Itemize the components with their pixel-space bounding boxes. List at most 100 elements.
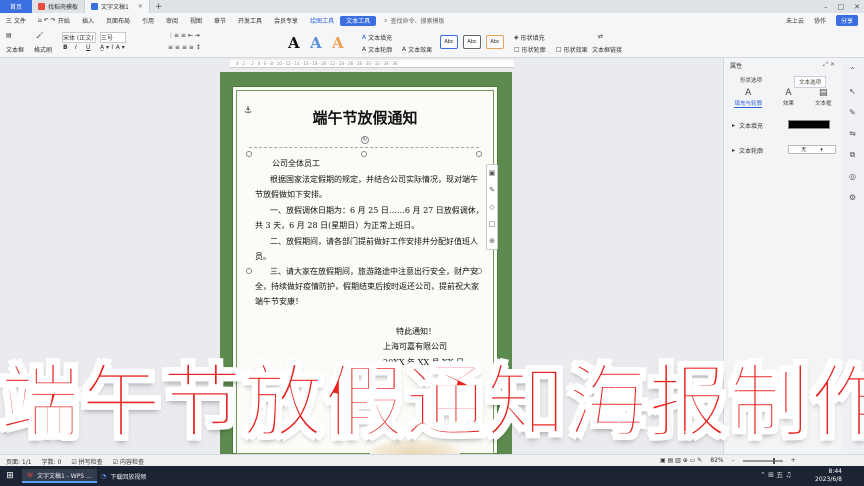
- subtab-textbox[interactable]: ▤ 文本框: [815, 88, 832, 108]
- textbox-label[interactable]: 文本框: [6, 45, 24, 54]
- resize-handle[interactable]: [476, 151, 482, 157]
- rotate-handle[interactable]: ↻: [361, 136, 369, 144]
- spell-check[interactable]: ☑ 拼写检查: [71, 457, 102, 466]
- taskbar-app-video[interactable]: ◔ 下载回放视频: [96, 469, 151, 483]
- content-check[interactable]: ☑ 内容检查: [113, 457, 144, 466]
- share-button[interactable]: 分享: [835, 15, 858, 26]
- zoom-slider-thumb[interactable]: [772, 457, 775, 464]
- text-outline-row[interactable]: ▸ 文本轮廓: [732, 146, 763, 155]
- resize-handle[interactable]: [246, 268, 252, 274]
- windows-start-icon[interactable]: ⊞: [4, 470, 16, 482]
- shape-style-3[interactable]: Abc: [486, 35, 504, 49]
- pen-icon[interactable]: ✎: [489, 186, 495, 194]
- shape-style-1[interactable]: Abc: [440, 35, 458, 49]
- menu-item-review[interactable]: 审阅: [160, 13, 184, 28]
- subtab-effect[interactable]: A 效果: [783, 88, 794, 108]
- tab-text-options[interactable]: 文本选项: [793, 76, 826, 88]
- menu-item-insert[interactable]: 插入: [76, 13, 100, 28]
- view-mode-icons[interactable]: ▣ ▤ ▥ ⊕ ▭ ✎: [660, 457, 702, 464]
- text-style-orange[interactable]: A: [332, 34, 344, 52]
- tray-icons[interactable]: ⌃ ⊞ 五 ♫: [760, 470, 792, 480]
- font-name-select[interactable]: 宋体 (正文): [62, 32, 96, 43]
- menu-file[interactable]: 三 文件: [0, 13, 32, 28]
- paragraph-line[interactable]: 根据国家法定假期的规定，并结合公司实际情况，现对端午: [270, 174, 478, 185]
- fill-icon[interactable]: ◇: [489, 203, 494, 211]
- bold-button[interactable]: B: [63, 44, 68, 51]
- zoom-out-icon[interactable]: –: [732, 457, 735, 464]
- greeting-line[interactable]: 公司全体员工: [272, 158, 320, 169]
- paragraph-line[interactable]: 节放假做如下安排。: [255, 189, 327, 200]
- subtab-fill-outline[interactable]: A 填充与轮廓: [734, 88, 762, 108]
- menu-item-layout[interactable]: 页面布局: [100, 13, 136, 28]
- paragraph-line[interactable]: 端午节安康！: [255, 296, 303, 307]
- properties-icon[interactable]: ⇋: [849, 129, 856, 138]
- pen-tool-icon[interactable]: ✎: [849, 108, 856, 117]
- underline-button[interactable]: U: [86, 44, 90, 51]
- tab-document[interactable]: 文字文稿1 ✕: [85, 0, 150, 13]
- textbox-link-icon[interactable]: ⇄: [598, 33, 603, 40]
- system-clock[interactable]: 8:44 2023/6/8: [815, 468, 842, 484]
- paragraph-line[interactable]: 一、放假调休日期为：6 月 25 日……6 月 27 日放假调休，: [270, 205, 484, 216]
- close-tab-icon[interactable]: ✕: [138, 3, 143, 10]
- text-style-blue[interactable]: A: [310, 34, 322, 52]
- paragraph-line[interactable]: 全，持续做好疫情防护，假期结束后按时返还公司，提前祝大家: [255, 281, 479, 292]
- maximize-button[interactable]: □: [838, 3, 845, 11]
- text-fill-button[interactable]: A 文本填充: [362, 33, 392, 42]
- textbox-link-button[interactable]: 文本框链接: [592, 45, 622, 54]
- text-fill-row[interactable]: ▸ 文本填充: [732, 121, 763, 130]
- new-tab-button[interactable]: +: [150, 2, 168, 12]
- text-fill-color-swatch[interactable]: [788, 120, 830, 129]
- close-button[interactable]: ✕: [854, 3, 860, 11]
- document-title[interactable]: 端午节放假通知: [270, 107, 460, 128]
- rail-settings-icon[interactable]: ⚙: [849, 193, 856, 202]
- alignment-tools[interactable]: ≡ ≡ ≡ ≡ ↕: [168, 44, 201, 51]
- panel-close-icon[interactable]: ⤢ ✕: [823, 61, 835, 69]
- menu-item-text-tools[interactable]: 文本工具: [340, 15, 377, 26]
- crop-icon[interactable]: ⧉: [850, 150, 856, 160]
- tab-shape-options[interactable]: 形状选项: [740, 76, 762, 88]
- collapse-icon[interactable]: ⌃: [849, 66, 856, 75]
- menu-item-reference[interactable]: 引用: [136, 13, 160, 28]
- italic-button[interactable]: I: [75, 44, 77, 51]
- shape-effect-button[interactable]: □ 形状效果: [556, 45, 588, 54]
- paragraph-tools[interactable]: ⋮≡ ≡ ⇤ ⇥: [168, 32, 200, 39]
- font-size-select[interactable]: 三号: [100, 32, 126, 43]
- more-icon[interactable]: ⊕: [489, 237, 495, 245]
- menu-item-start[interactable]: 开始: [52, 13, 76, 28]
- page-indicator[interactable]: 页面: 1/1: [6, 457, 32, 466]
- zoom-in-icon[interactable]: +: [791, 457, 796, 464]
- paragraph-line[interactable]: 三、请大家在放假期间，旅游路途中注意出行安全，财产安: [270, 266, 478, 277]
- zoom-slider[interactable]: [742, 457, 783, 464]
- shape-fill-button[interactable]: ◈ 形状填充: [514, 33, 545, 42]
- quick-access-icons[interactable]: ⌂ ↶ ↷: [32, 13, 56, 28]
- location-icon[interactable]: ◎: [849, 172, 856, 181]
- format-painter-button[interactable]: 格式刷: [34, 45, 52, 54]
- text-effect-button[interactable]: A 文本效果: [402, 45, 432, 54]
- text-outline-select[interactable]: 无 ▾: [788, 145, 836, 154]
- menu-item-view[interactable]: 视图: [184, 13, 208, 28]
- signature-company[interactable]: 上海可嘉有限公司: [383, 341, 447, 352]
- menu-item-member[interactable]: 会员专享: [268, 13, 304, 28]
- tab-template[interactable]: 找稻壳模板: [32, 0, 86, 13]
- resize-handle[interactable]: [361, 151, 367, 157]
- word-count[interactable]: 字数: 0: [42, 457, 62, 466]
- horizontal-ruler[interactable]: 4 · 2 · · 2 · 4 · 6 · 8 · 10 · 12 · 14 ·…: [230, 60, 514, 68]
- frame-icon[interactable]: □: [489, 220, 496, 228]
- tab-home[interactable]: 首页: [0, 0, 32, 13]
- cloud-status[interactable]: 未上云: [786, 16, 804, 25]
- command-search[interactable]: ⌕ 查找命令、搜索模板: [384, 16, 444, 26]
- menu-item-section[interactable]: 章节: [208, 13, 232, 28]
- shape-style-2[interactable]: Abc: [463, 35, 481, 49]
- collab-button[interactable]: 协作: [814, 16, 826, 25]
- text-style-black[interactable]: A: [288, 34, 300, 52]
- taskbar-app-wps[interactable]: W 文字文稿1 - WPS ...: [22, 469, 97, 483]
- paragraph-line[interactable]: 员。: [255, 251, 271, 262]
- minimize-button[interactable]: –: [824, 3, 828, 11]
- text-outline-button[interactable]: A 文本轮廓: [362, 45, 392, 54]
- font-color-icon[interactable]: A̲ ▾ ⌇ A ▾: [100, 44, 125, 51]
- resize-handle[interactable]: [246, 151, 252, 157]
- shape-outline-button[interactable]: □ 形状轮廓: [514, 45, 546, 54]
- format-painter-icon[interactable]: 🖌: [36, 32, 44, 39]
- paragraph-line[interactable]: 共 3 天，6 月 28 日(星期日）为正常上班日。: [255, 220, 419, 231]
- layout-options-icon[interactable]: ▣: [489, 169, 496, 177]
